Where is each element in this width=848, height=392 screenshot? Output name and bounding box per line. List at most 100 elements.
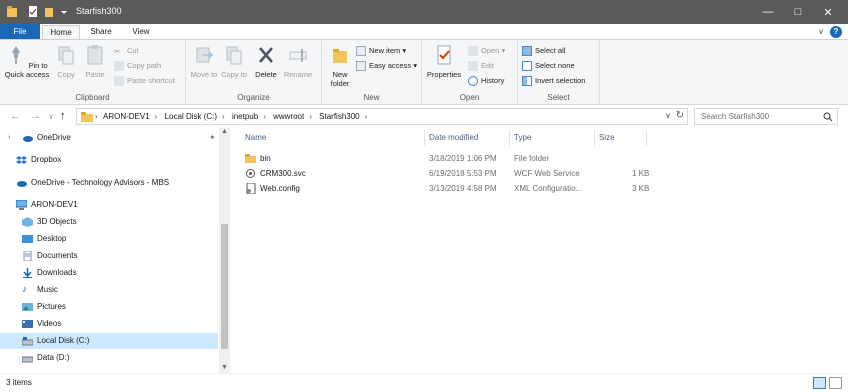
title-bar: Starfish300 — □ ✕ — [0, 0, 848, 24]
file-row[interactable]: Web.config 3/13/2019 4:58 PM XML Configu… — [240, 181, 660, 196]
select-none-button[interactable]: Select none — [522, 60, 575, 72]
paste-icon — [87, 45, 103, 65]
move-to-icon — [196, 47, 213, 63]
paste-button[interactable]: Paste — [82, 44, 108, 79]
paste-shortcut-button[interactable]: Paste shortcut — [114, 75, 175, 87]
nav-item-3d-objects[interactable]: 3D Objects — [0, 214, 218, 230]
up-arrow-icon[interactable]: ↑ — [60, 110, 66, 122]
tab-home[interactable]: Home — [42, 25, 80, 39]
nav-item-desktop[interactable]: Desktop — [0, 231, 218, 247]
breadcrumb-separator[interactable]: › — [222, 112, 225, 121]
large-icons-view-icon[interactable] — [829, 377, 842, 389]
navigation-pane: › OneDrive ✦ Dropbox OneDrive - Technolo… — [0, 128, 230, 373]
delete-button[interactable]: Delete — [252, 44, 280, 79]
column-divider[interactable] — [509, 130, 510, 146]
column-header-name[interactable]: Name — [245, 133, 266, 142]
tab-file[interactable]: File — [0, 24, 40, 39]
copy-button[interactable]: Copy — [54, 44, 78, 79]
forward-arrow-icon[interactable]: → — [30, 110, 41, 122]
file-size: 1 KB — [632, 169, 650, 178]
open-button[interactable]: Open ▾ — [468, 45, 505, 57]
expand-chevron-icon[interactable]: › — [8, 130, 10, 146]
cut-button[interactable]: ✂ Cut — [114, 45, 139, 57]
easy-access-button[interactable]: Easy access ▾ — [356, 60, 417, 72]
chevron-down-icon[interactable]: ∨ — [818, 27, 824, 36]
file-size: 3 KB — [632, 184, 650, 193]
history-button[interactable]: History — [468, 75, 504, 87]
nav-item-local-disk-c[interactable]: Local Disk (C:) — [0, 333, 218, 349]
recent-locations-icon[interactable]: ∨ — [48, 112, 54, 121]
search-icon — [823, 112, 833, 122]
column-divider[interactable] — [424, 130, 425, 146]
address-bar[interactable]: › ARON-DEV1 › Local Disk (C:) › inetpub › w… — [76, 108, 688, 125]
folder-icon — [333, 49, 347, 63]
nav-item-pictures[interactable]: Pictures — [0, 299, 218, 315]
close-button[interactable]: ✕ — [812, 0, 844, 24]
column-header-type[interactable]: Type — [514, 133, 531, 142]
tab-view[interactable]: View — [122, 25, 160, 39]
new-item-icon — [356, 46, 366, 57]
help-icon[interactable]: ? — [830, 26, 842, 38]
breadcrumb-item-inetpub[interactable]: inetpub — [232, 112, 258, 121]
onedrive-icon — [17, 181, 27, 187]
copy-path-icon — [114, 61, 124, 72]
nav-item-label: ARON-DEV1 — [31, 200, 78, 209]
new-folder-icon[interactable] — [44, 5, 54, 18]
minimize-button[interactable]: — — [752, 0, 784, 24]
breadcrumb-separator[interactable]: › — [263, 112, 266, 121]
search-input[interactable]: Search Starfish300 — [694, 108, 838, 125]
column-header-date[interactable]: Date modified — [429, 133, 478, 142]
scrollbar-thumb[interactable] — [221, 224, 228, 349]
file-row[interactable]: CRM300.svc 6/19/2018 5:53 PM WCF Web Ser… — [240, 166, 660, 181]
nav-item-music[interactable]: ♪ Music — [0, 282, 218, 298]
breadcrumb-item-aron-dev1[interactable]: ARON-DEV1 — [103, 112, 150, 121]
back-arrow-icon[interactable]: ← — [10, 110, 21, 122]
copy-to-button[interactable]: Copy to — [220, 44, 248, 79]
breadcrumb-item-wwwroot[interactable]: wwwroot — [273, 112, 304, 121]
new-item-button[interactable]: New item ▾ — [356, 45, 406, 57]
customize-qat-icon[interactable] — [60, 5, 68, 18]
nav-item-downloads[interactable]: Downloads — [0, 265, 218, 281]
column-header-size[interactable]: Size — [599, 133, 615, 142]
nav-item-onedrive[interactable]: › OneDrive ✦ — [0, 130, 218, 146]
nav-item-documents[interactable]: Documents — [0, 248, 218, 264]
breadcrumb-separator[interactable]: › — [309, 112, 312, 121]
invert-selection-button[interactable]: Invert selection — [522, 75, 585, 87]
pin-quick-access-button[interactable]: Pin to Quick access — [4, 44, 50, 79]
nav-item-onedrive-tech-advisors[interactable]: OneDrive - Technology Advisors - MBS — [0, 175, 218, 191]
breadcrumb-separator[interactable]: › — [155, 112, 158, 121]
refresh-icon[interactable]: ↻ — [676, 110, 684, 121]
copy-path-button[interactable]: Copy path — [114, 60, 161, 72]
organize-group-label: Organize — [237, 93, 270, 102]
nav-item-label: OneDrive — [37, 133, 71, 142]
pin-icon[interactable]: ✦ — [209, 130, 216, 146]
nav-item-this-pc[interactable]: ARON-DEV1 — [0, 197, 218, 213]
properties-button[interactable]: Properties — [426, 44, 462, 79]
column-divider[interactable] — [594, 130, 595, 146]
nav-item-dropbox[interactable]: Dropbox — [0, 152, 218, 168]
breadcrumb-separator[interactable]: › — [365, 112, 368, 121]
drive-icon — [22, 356, 33, 363]
properties-icon[interactable] — [28, 5, 38, 18]
scroll-up-icon[interactable]: ▲ — [221, 128, 228, 135]
breadcrumb-item-local-disk[interactable]: Local Disk (C:) — [165, 112, 217, 121]
column-divider[interactable] — [646, 130, 647, 146]
rename-button[interactable]: Rename — [282, 44, 314, 79]
address-dropdown-icon[interactable]: ∨ — [665, 111, 671, 120]
nav-item-data-d[interactable]: Data (D:) — [0, 350, 218, 366]
move-to-button[interactable]: Move to — [190, 44, 218, 79]
copy-to-icon — [226, 46, 242, 65]
select-all-button[interactable]: Select all — [522, 45, 565, 57]
edit-button[interactable]: Edit — [468, 60, 494, 72]
scroll-down-icon[interactable]: ▼ — [221, 364, 228, 371]
tab-share[interactable]: Share — [82, 25, 120, 39]
clipboard-group-label: Clipboard — [75, 93, 110, 102]
details-view-icon[interactable] — [813, 377, 826, 389]
breadcrumb-item-starfish300[interactable]: Starfish300 — [319, 112, 359, 121]
new-folder-button[interactable]: New folder — [326, 44, 354, 88]
folder-icon — [245, 154, 256, 163]
nav-scrollbar[interactable]: ▲ ▼ — [219, 128, 230, 373]
nav-item-videos[interactable]: Videos — [0, 316, 218, 332]
file-row[interactable]: bin 3/18/2019 1:06 PM File folder — [240, 151, 660, 166]
maximize-button[interactable]: □ — [782, 0, 814, 24]
